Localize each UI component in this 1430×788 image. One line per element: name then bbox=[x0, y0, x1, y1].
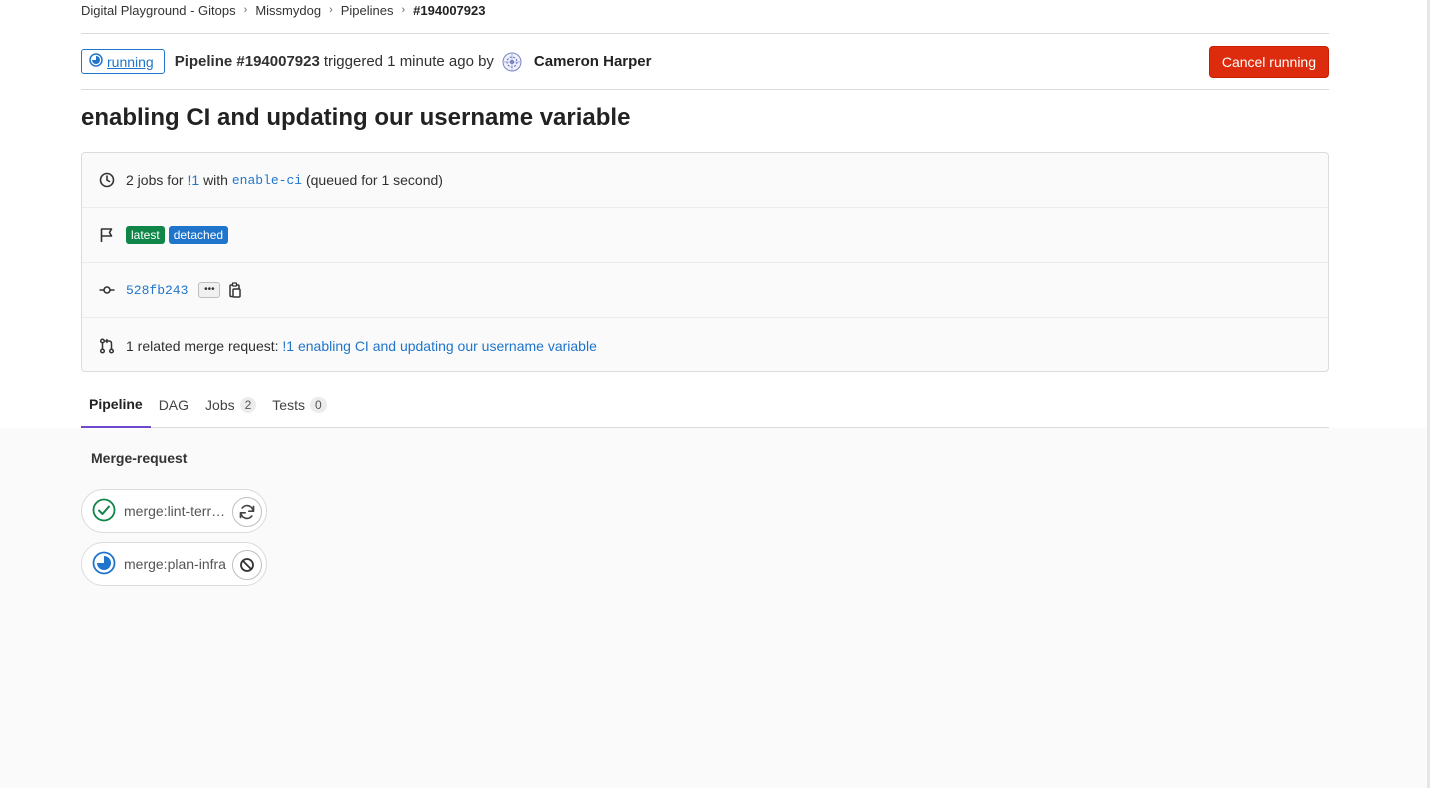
tests-count-badge: 0 bbox=[309, 397, 327, 413]
chevron-right-icon: › bbox=[243, 4, 248, 16]
tab-pipeline[interactable]: Pipeline bbox=[81, 382, 151, 428]
tags-row: latest detached bbox=[82, 208, 1328, 263]
chevron-right-icon: › bbox=[401, 4, 406, 16]
tab-jobs[interactable]: Jobs 2 bbox=[197, 382, 264, 428]
commit-icon bbox=[98, 281, 116, 299]
page-title: enabling CI and updating our username va… bbox=[81, 104, 631, 131]
chevron-right-icon: › bbox=[329, 4, 333, 16]
pipeline-graph: Merge-request merge:lint-terraform me bbox=[0, 428, 1427, 788]
cancel-icon bbox=[240, 558, 254, 572]
retry-icon bbox=[239, 504, 255, 520]
job-lint-terraform[interactable]: merge:lint-terraform bbox=[81, 489, 267, 533]
mr-prefix: 1 related merge request: bbox=[126, 337, 279, 354]
merge-request-icon bbox=[98, 337, 116, 355]
commit-row: 528fb243 ••• bbox=[82, 263, 1328, 318]
detached-tag: detached bbox=[168, 226, 229, 244]
tab-label: Pipeline bbox=[89, 396, 143, 412]
toggle-commit-message-button[interactable]: ••• bbox=[198, 282, 221, 298]
avatar[interactable] bbox=[502, 52, 522, 72]
commit-sha-link[interactable]: 528fb243 bbox=[126, 283, 188, 298]
copy-icon[interactable] bbox=[228, 282, 242, 298]
tab-label: DAG bbox=[158, 397, 190, 413]
status-badge[interactable]: running bbox=[81, 49, 165, 74]
jobs-prefix: 2 jobs for bbox=[126, 172, 184, 188]
job-plan-infra[interactable]: merge:plan-infra bbox=[81, 542, 267, 586]
status-success-icon bbox=[92, 498, 116, 525]
status-running-icon bbox=[89, 53, 103, 70]
pipeline-label: Pipeline #194007923 bbox=[174, 53, 320, 70]
pipeline-tabs: Pipeline DAG Jobs 2 Tests 0 bbox=[81, 382, 1329, 428]
triggered-text: triggered 1 minute ago by bbox=[323, 53, 494, 70]
breadcrumb: Digital Playground - Gitops › Missmydog … bbox=[81, 0, 1329, 20]
clock-icon bbox=[98, 171, 116, 189]
tab-label: Jobs bbox=[205, 397, 235, 413]
pipeline-info-card: 2 jobs for !1 with enable-ci (queued for… bbox=[81, 152, 1329, 372]
flag-icon bbox=[98, 226, 116, 244]
related-mr-link[interactable]: !1 enabling CI and updating our username… bbox=[282, 338, 596, 354]
retry-job-button[interactable] bbox=[232, 497, 262, 527]
cancel-job-button[interactable] bbox=[232, 550, 262, 580]
jobs-count-badge: 2 bbox=[239, 397, 257, 413]
breadcrumb-group[interactable]: Digital Playground - Gitops bbox=[81, 3, 236, 18]
queued-text: (queued for 1 second) bbox=[305, 172, 443, 188]
status-label: running bbox=[107, 53, 154, 70]
breadcrumb-current[interactable]: #194007923 bbox=[413, 3, 485, 18]
tab-label: Tests bbox=[272, 397, 305, 413]
merge-request-row: 1 related merge request: !1 enabling CI … bbox=[82, 318, 1328, 373]
tab-tests[interactable]: Tests 0 bbox=[264, 382, 334, 428]
pipeline-header: running Pipeline #194007923 triggered 1 … bbox=[81, 33, 1329, 90]
latest-tag: latest bbox=[126, 226, 165, 244]
status-running-icon bbox=[92, 551, 116, 578]
author-link[interactable]: Cameron Harper bbox=[534, 53, 652, 70]
breadcrumb-pipelines[interactable]: Pipelines bbox=[341, 3, 394, 18]
job-name: merge:lint-terraform bbox=[124, 503, 230, 519]
breadcrumb-project[interactable]: Missmydog bbox=[255, 3, 321, 18]
tab-dag[interactable]: DAG bbox=[151, 382, 197, 428]
cancel-running-button[interactable]: Cancel running bbox=[1208, 45, 1329, 78]
header-info: Pipeline #194007923 triggered 1 minute a… bbox=[174, 52, 652, 72]
job-name: merge:plan-infra bbox=[124, 556, 226, 572]
jobs-info-row: 2 jobs for !1 with enable-ci (queued for… bbox=[82, 153, 1328, 208]
stage-title: Merge-request bbox=[91, 450, 188, 466]
mr-ref-link[interactable]: !1 bbox=[187, 172, 199, 188]
with-text: with bbox=[203, 172, 228, 188]
branch-link[interactable]: enable-ci bbox=[232, 173, 302, 188]
